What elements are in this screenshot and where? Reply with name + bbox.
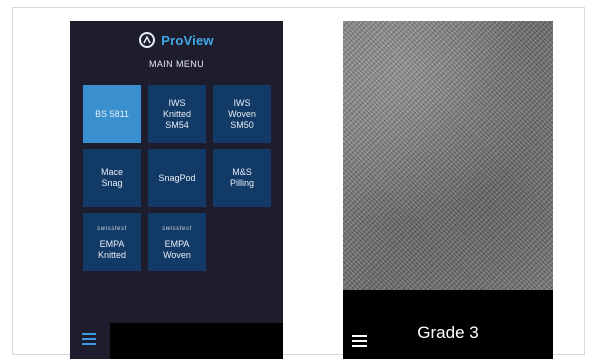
fabric-sample-image xyxy=(343,21,553,290)
grade-screen: Grade 3 xyxy=(343,21,553,359)
hamburger-menu-icon[interactable] xyxy=(82,333,96,345)
tile-mace-snag[interactable]: Mace Snag xyxy=(83,149,141,207)
swisstest-logo: swisstest xyxy=(97,225,127,232)
tile-empa-woven[interactable]: swisstest EMPA Woven xyxy=(148,213,206,271)
tile-snagpod[interactable]: SnagPod xyxy=(148,149,206,207)
tile-ms-pilling[interactable]: M&S Pilling xyxy=(213,149,271,207)
brand-name: ProView xyxy=(161,32,214,48)
bottom-bar xyxy=(70,321,283,359)
tile-empa-knitted[interactable]: swisstest EMPA Knitted xyxy=(83,213,141,271)
proview-logo-icon xyxy=(139,32,156,48)
tile-label: BS 5811 xyxy=(95,108,129,119)
tile-bs-5811[interactable]: BS 5811 xyxy=(83,85,141,143)
tile-label: M&S Pilling xyxy=(229,167,254,188)
tile-label: EMPA Woven xyxy=(163,238,191,260)
tile-iws-woven-sm50[interactable]: IWS Woven SM50 xyxy=(213,85,271,143)
menu-grid: BS 5811 IWS Knitted SM54 IWS Woven SM50 … xyxy=(83,85,271,271)
main-menu-screen: ProView MAIN MENU BS 5811 IWS Knitted SM… xyxy=(70,21,283,359)
page-title: MAIN MENU xyxy=(148,59,205,69)
swisstest-logo: swisstest xyxy=(162,225,192,232)
tile-label: SnagPod xyxy=(158,172,196,183)
grade-label: Grade 3 xyxy=(417,323,479,342)
tile-label: EMPA Knitted xyxy=(97,238,127,260)
tile-iws-knitted-sm54[interactable]: IWS Knitted SM54 xyxy=(148,85,206,143)
brand-header: ProView xyxy=(70,29,283,51)
tile-label: Mace Snag xyxy=(100,167,123,188)
bottom-bar-panel xyxy=(110,323,283,359)
tile-label: IWS Woven SM50 xyxy=(228,97,256,130)
tile-label: IWS Knitted SM54 xyxy=(162,97,192,130)
